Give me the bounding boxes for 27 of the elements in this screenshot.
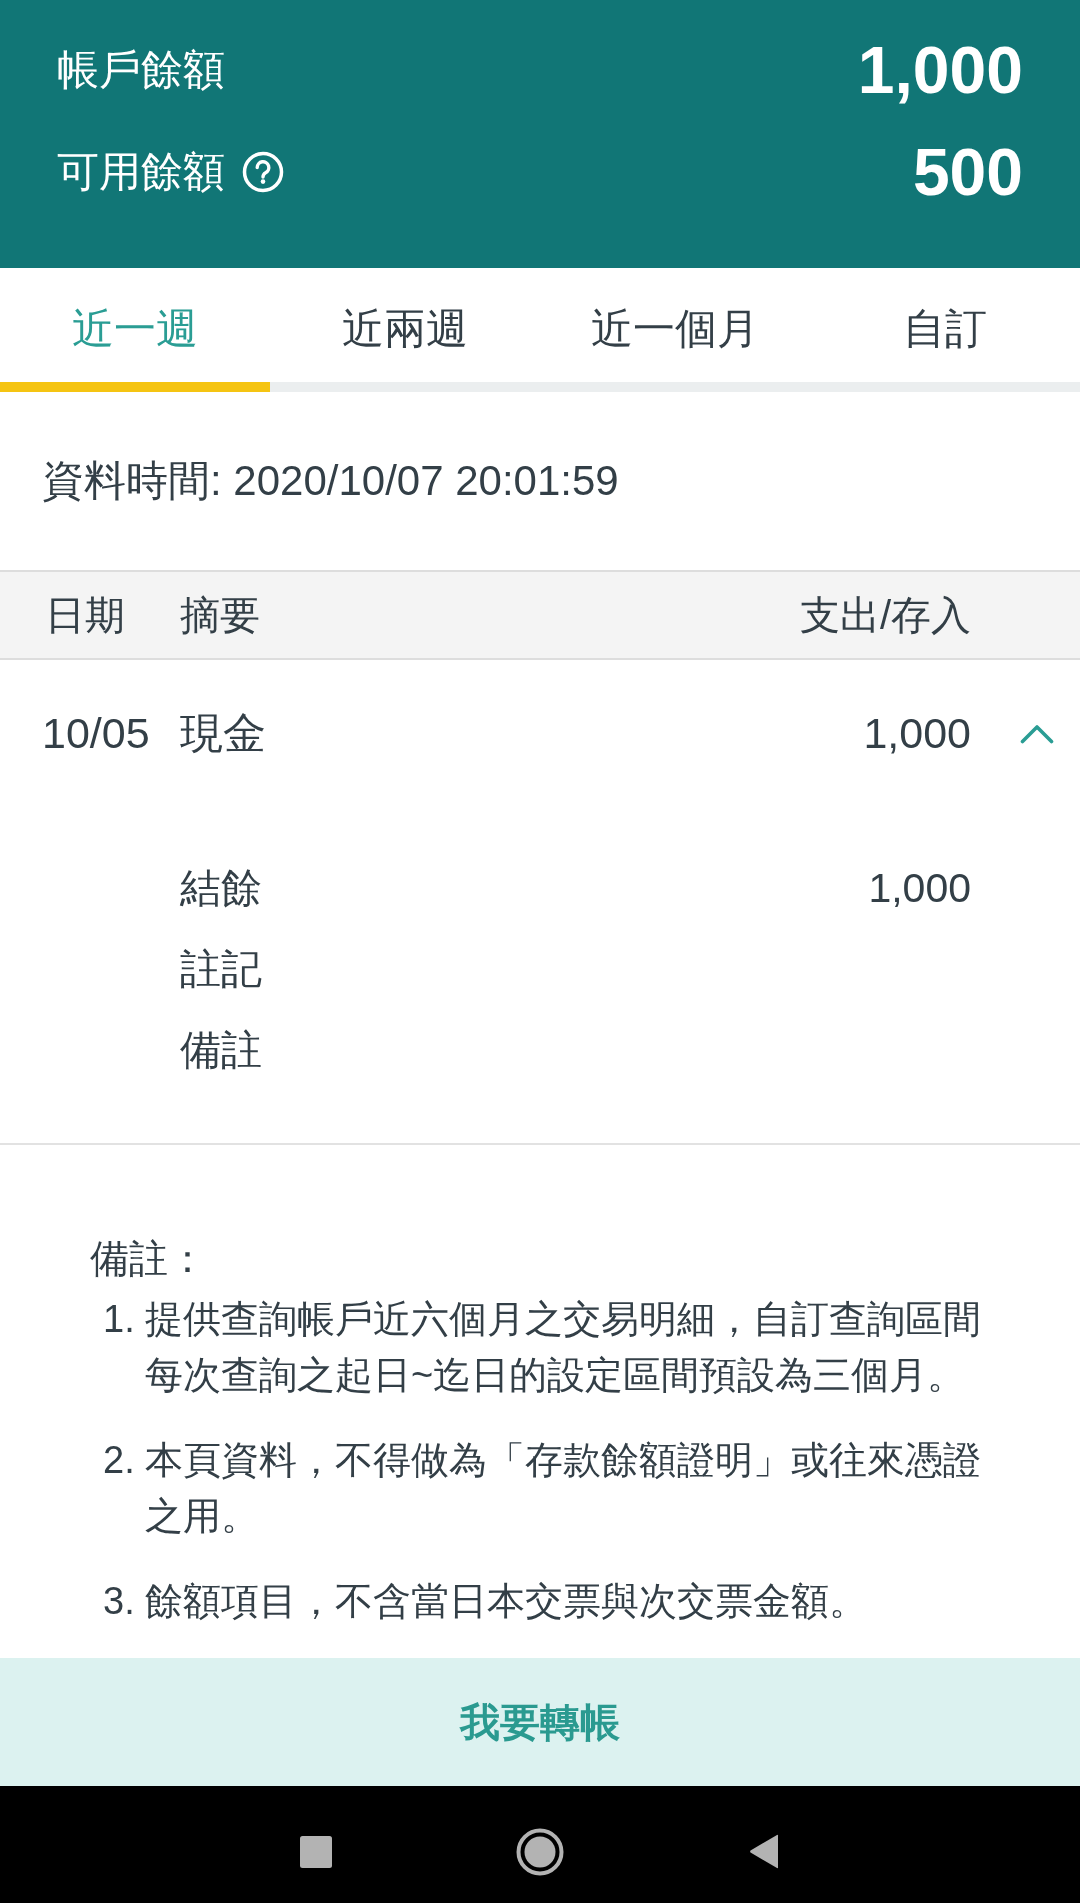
detail-value: 1,000	[868, 863, 971, 913]
note-text: 餘額項目，不含當日本交票與次交票金額。	[145, 1579, 867, 1624]
note-number: 2.	[103, 1438, 135, 1483]
column-header: 摘要	[180, 592, 260, 639]
note-text: 本頁資料，不得做為「存款餘額證明」或往來憑證之用。	[145, 1438, 982, 1539]
table-cell: 現金	[180, 708, 266, 760]
table-cell: 10/05	[42, 708, 150, 760]
data-time-text: 資料時間: 2020/10/07 20:01:59	[42, 455, 619, 506]
square-icon[interactable]	[300, 1835, 332, 1868]
note-number: 3.	[103, 1579, 135, 1624]
note-number: 1.	[103, 1297, 135, 1342]
column-header: 日期	[45, 592, 125, 639]
detail-label: 備註	[180, 1025, 262, 1075]
back-icon[interactable]	[748, 1834, 780, 1869]
balance-label: 可用餘額	[57, 146, 225, 197]
detail-label: 註記	[180, 944, 262, 994]
chevron-up-icon[interactable]	[1020, 724, 1054, 744]
column-header: 支出/存入	[799, 592, 971, 639]
notes-title: 備註：	[90, 1236, 207, 1282]
table-cell: 1,000	[863, 708, 971, 760]
home-circle-icon[interactable]	[516, 1827, 564, 1876]
balance-value: 1,000	[857, 33, 1023, 107]
help-icon[interactable]	[242, 151, 284, 193]
note-text: 提供查詢帳戶近六個月之交易明細，自訂查詢區間每次查詢之起日~迄日的設定區間預設為三個月。	[145, 1297, 982, 1398]
balance-value: 500	[912, 135, 1023, 209]
balance-label: 帳戶餘額	[57, 44, 225, 95]
detail-label: 結餘	[180, 863, 262, 913]
